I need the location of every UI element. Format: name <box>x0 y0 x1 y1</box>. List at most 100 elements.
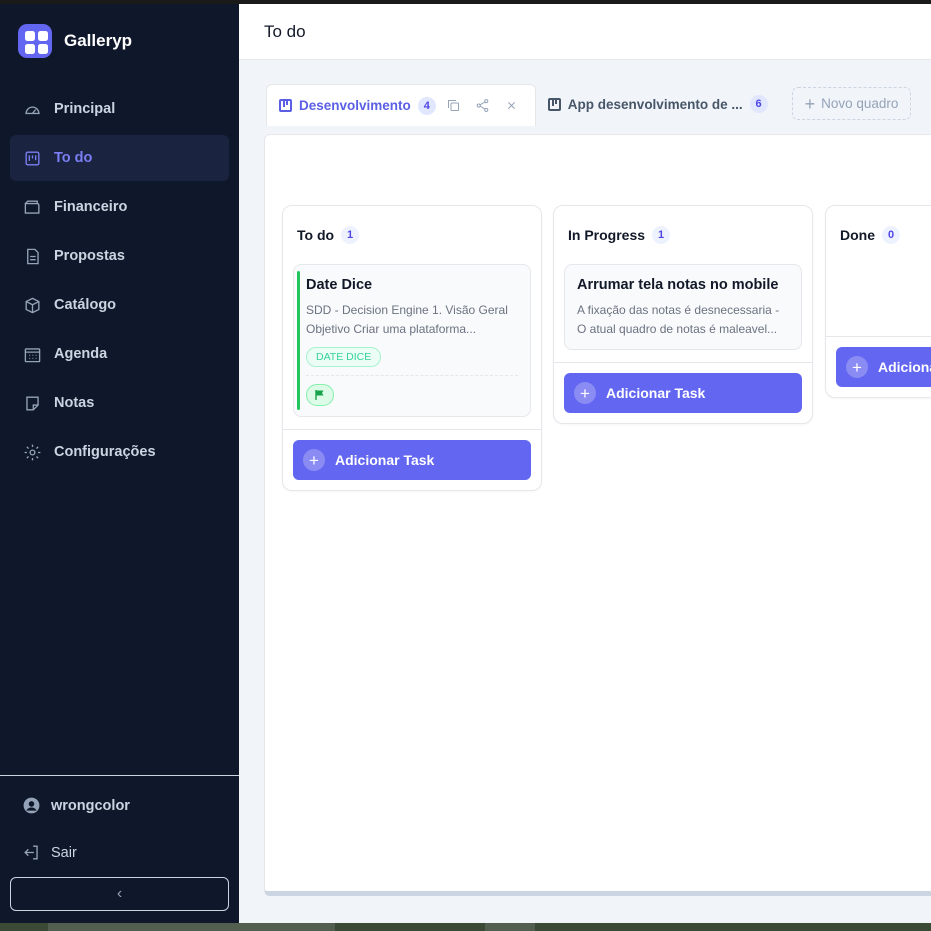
column-count-badge: 1 <box>652 226 671 244</box>
add-task-label: Adicionar Task <box>606 385 706 401</box>
plus-icon: + <box>846 356 868 378</box>
tab-count-badge: 6 <box>749 95 768 113</box>
share-board-button[interactable] <box>472 95 494 117</box>
sidebar-item-notas[interactable]: Notas <box>10 380 229 426</box>
user-name: wrongcolor <box>51 797 130 814</box>
page-title: To do <box>264 22 306 41</box>
sidebar-item-label: Financeiro <box>54 199 128 215</box>
tab-count-badge: 4 <box>417 96 436 115</box>
sidebar-item-label: Catálogo <box>54 297 117 313</box>
sidebar-item-configuracoes[interactable]: Configurações <box>10 429 229 475</box>
sidebar-item-todo[interactable]: To do <box>10 135 229 181</box>
add-task-button[interactable]: + Adicionar Task <box>564 373 802 413</box>
page-header: To do <box>239 4 931 60</box>
user-profile[interactable]: wrongcolor <box>22 796 130 815</box>
sidebar-divider <box>0 775 239 776</box>
app-name: Galleryp <box>64 31 133 50</box>
column-count-badge: 0 <box>882 226 900 244</box>
column-todo: To do 1 Date Dice SDD - Decision Engine … <box>282 205 542 491</box>
duplicate-board-button[interactable] <box>443 95 465 117</box>
column-body: Arrumar tela notas no mobile A fixação d… <box>554 264 812 362</box>
column-done: Done 0 + Adicionar Task <box>825 205 931 398</box>
board-tabs: Desenvolvimento 4 App desenvolvimento de… <box>266 84 912 126</box>
close-tab-button[interactable] <box>501 95 523 117</box>
gauge-icon <box>22 99 42 119</box>
sidebar: Galleryp Principal To do Financeiro Prop… <box>0 4 239 923</box>
avatar-icon <box>23 797 40 814</box>
column-footer: + Adicionar Task <box>554 362 812 423</box>
column-title: In Progress <box>568 227 646 243</box>
flag-icon <box>315 390 324 400</box>
calendar-icon <box>22 344 42 364</box>
app-logo-icon <box>18 24 52 58</box>
plus-icon: + <box>574 382 596 404</box>
sidebar-item-financeiro[interactable]: Financeiro <box>10 184 229 230</box>
plus-icon: + <box>303 449 325 471</box>
sidebar-item-label: Propostas <box>54 248 125 264</box>
sidebar-item-catalogo[interactable]: Catálogo <box>10 282 229 328</box>
sidebar-item-agenda[interactable]: Agenda <box>10 331 229 377</box>
gear-icon <box>22 442 42 462</box>
tab-label: App desenvolvimento de ... <box>567 96 743 112</box>
sidebar-item-label: Principal <box>54 101 116 117</box>
sidebar-item-label: Agenda <box>54 346 108 362</box>
sidebar-nav: Principal To do Financeiro Propostas Cat… <box>10 86 229 478</box>
column-footer: + Adicionar Task <box>826 336 931 397</box>
sidebar-item-propostas[interactable]: Propostas <box>10 233 229 279</box>
sidebar-item-label: Notas <box>54 395 95 411</box>
os-taskbar <box>0 923 931 931</box>
column-title: To do <box>297 227 335 243</box>
plus-icon: + <box>804 93 816 114</box>
main-content: To do Desenvolvimento 4 App desenvolvime… <box>239 4 931 923</box>
sidebar-item-label: Configurações <box>54 444 156 460</box>
column-body <box>826 264 931 336</box>
kanban-icon <box>22 148 42 168</box>
column-body: Date Dice SDD - Decision Engine 1. Visão… <box>283 264 541 429</box>
sidebar-item-label: To do <box>54 150 93 166</box>
task-card[interactable]: Arrumar tela notas no mobile A fixação d… <box>564 264 802 350</box>
brand[interactable]: Galleryp <box>18 24 132 58</box>
sidebar-item-principal[interactable]: Principal <box>10 86 229 132</box>
document-icon <box>22 246 42 266</box>
share-icon <box>476 99 489 112</box>
kanban-board: To do 1 Date Dice SDD - Decision Engine … <box>264 134 931 896</box>
collapse-sidebar-button[interactable]: ‹ <box>10 877 229 911</box>
copy-icon <box>448 100 460 111</box>
column-in-progress: In Progress 1 Arrumar tela notas no mobi… <box>553 205 813 424</box>
card-divider <box>306 375 518 376</box>
add-task-button[interactable]: + Adicionar Task <box>293 440 531 480</box>
new-board-button[interactable]: + Novo quadro <box>791 87 912 120</box>
chevron-left-icon: ‹ <box>116 885 123 902</box>
column-title: Done <box>840 227 875 243</box>
kanban-icon <box>547 97 561 111</box>
column-header: In Progress 1 <box>554 206 812 264</box>
task-title: Date Dice <box>306 277 373 293</box>
logout-icon <box>24 845 38 860</box>
column-header: To do 1 <box>283 206 541 264</box>
column-count-badge: 1 <box>341 226 360 244</box>
taskbar-item[interactable] <box>48 923 335 931</box>
priority-flag[interactable] <box>306 384 334 406</box>
box-icon <box>22 295 42 315</box>
add-task-button[interactable]: + Adicionar Task <box>836 347 931 387</box>
task-description: A fixação das notas é desnecessaria - O … <box>577 303 780 336</box>
add-task-label: Adicionar Task <box>335 452 435 468</box>
new-board-label: Novo quadro <box>821 96 899 111</box>
tab-label: Desenvolvimento <box>299 98 411 113</box>
tab-app-desenvolvimento[interactable]: App desenvolvimento de ... 6 <box>536 84 780 124</box>
task-tag[interactable]: DATE DICE <box>306 347 382 367</box>
logout-button[interactable]: Sair <box>22 843 77 862</box>
kanban-icon <box>279 99 292 112</box>
add-task-label: Adicionar Task <box>878 359 931 375</box>
task-description: SDD - Decision Engine 1. Visão Geral Obj… <box>306 303 508 336</box>
column-header: Done 0 <box>826 206 931 264</box>
task-title: Arrumar tela notas no mobile <box>577 277 779 293</box>
task-card[interactable]: Date Dice SDD - Decision Engine 1. Visão… <box>293 264 531 417</box>
logout-label: Sair <box>51 844 77 861</box>
taskbar-item[interactable] <box>485 923 535 931</box>
column-footer: + Adicionar Task <box>283 429 541 490</box>
wallet-icon <box>22 197 42 217</box>
note-icon <box>22 393 42 413</box>
tab-desenvolvimento[interactable]: Desenvolvimento 4 <box>266 84 536 126</box>
close-icon <box>508 102 516 109</box>
